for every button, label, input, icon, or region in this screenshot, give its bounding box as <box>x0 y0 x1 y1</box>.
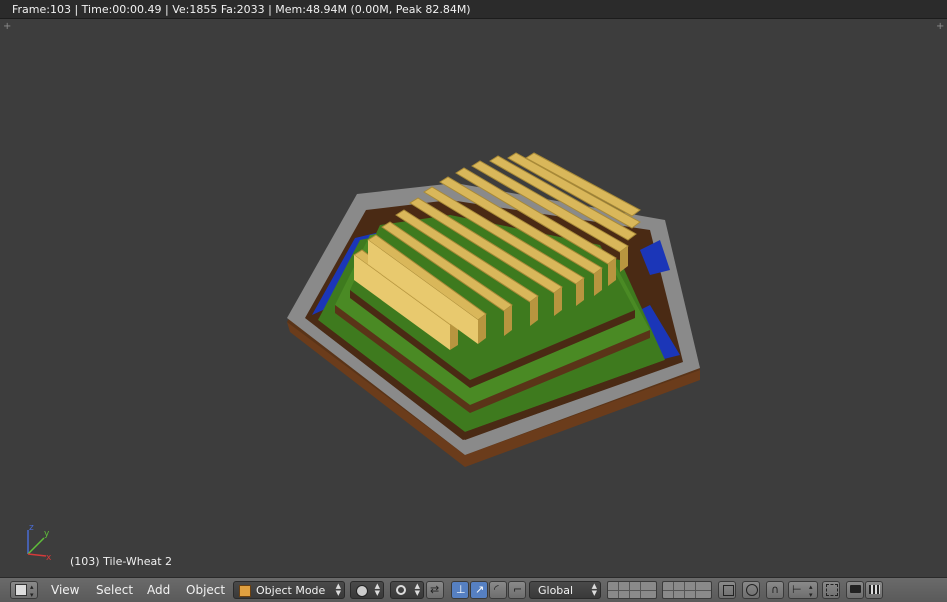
rotate-arc-icon: ◜ <box>494 582 499 596</box>
viewport-shading-dropdown[interactable]: ▲ ▼ <box>350 581 384 599</box>
active-object-label: (103) Tile-Wheat 2 <box>70 555 173 568</box>
menu-view[interactable]: View <box>51 583 79 601</box>
chevron-updown-icon: ▴ ▾ <box>30 583 34 599</box>
camera-icon <box>850 585 861 593</box>
chevron-updown-icon: ▲ ▼ <box>335 582 341 597</box>
menu-object[interactable]: Object <box>186 583 225 601</box>
axis-z-label: z <box>29 523 34 533</box>
chevron-updown-icon: ▲ ▼ <box>414 582 420 597</box>
proportional-circle-icon <box>746 584 758 596</box>
axis-y-label: y <box>44 529 50 539</box>
manipulator-toggle-button[interactable]: ⇄ <box>426 581 444 599</box>
cube-editor-icon <box>15 584 27 596</box>
snap-increment-icon: ⊢ <box>792 583 802 596</box>
magnet-icon: ∩ <box>771 583 780 596</box>
chevron-updown-icon: ▴ ▾ <box>809 583 813 599</box>
layer-buttons-group-2[interactable] <box>662 581 712 599</box>
opengl-render-image-button[interactable] <box>846 581 864 599</box>
clapperboard-icon <box>869 585 880 594</box>
object-cube-icon <box>239 585 251 597</box>
3d-viewport[interactable]: + + z y x (103) Tile-Wheat 2 <box>0 19 947 577</box>
axis-x-label: x <box>46 553 52 562</box>
mode-value: Object Mode <box>256 584 326 597</box>
opengl-render-animation-button[interactable] <box>865 581 883 599</box>
orientation-value: Global <box>538 584 574 597</box>
layer-buttons-group-1[interactable] <box>607 581 657 599</box>
snap-toggle-button[interactable]: ∩ <box>766 581 784 599</box>
snap-element-dropdown[interactable]: ⊢ ▴ ▾ <box>788 581 818 599</box>
axes-icon: ⊥ <box>456 583 466 596</box>
viewport-header-toolbar: ▴ ▾ View Select Add Object Object Mode ▲ ▼… <box>0 577 947 602</box>
chevron-updown-icon: ▲ ▼ <box>374 582 380 597</box>
info-status-bar: Frame:103 | Time:00:00.49 | Ve:1855 Fa:2… <box>0 0 947 19</box>
solid-sphere-icon <box>356 585 368 597</box>
hexagon-wheat-tile-model[interactable] <box>0 19 947 577</box>
chevron-updown-icon: ▲ ▼ <box>591 582 597 597</box>
scale-manipulator-button[interactable]: ⌐ <box>508 581 526 599</box>
pivot-icon <box>396 585 406 595</box>
axis-gizmo-icon: z y x <box>27 523 52 562</box>
pivot-point-dropdown[interactable]: ▲ ▼ <box>390 581 424 599</box>
editor-type-button[interactable]: ▴ ▾ <box>10 581 38 599</box>
scene-statistics-text: Frame:103 | Time:00:00.49 | Ve:1855 Fa:2… <box>12 3 471 16</box>
manipulator-icon: ⇄ <box>430 583 440 596</box>
mode-dropdown[interactable]: Object Mode ▲ ▼ <box>233 581 345 599</box>
snap-target-icon <box>826 584 838 596</box>
move-manipulator-button[interactable]: ↗ <box>470 581 488 599</box>
lock-to-scene-button[interactable] <box>718 581 736 599</box>
arrow-icon: ↗ <box>475 583 485 596</box>
rotate-manipulator-button[interactable]: ◜ <box>489 581 507 599</box>
scale-icon: ⌐ <box>513 583 523 596</box>
menu-select[interactable]: Select <box>96 583 133 601</box>
transform-orientation-dropdown[interactable]: Global ▲ ▼ <box>529 581 601 599</box>
translate-manipulator-button[interactable]: ⊥ <box>451 581 469 599</box>
menu-add[interactable]: Add <box>147 583 170 601</box>
proportional-edit-button[interactable] <box>742 581 760 599</box>
layers-icon <box>723 585 734 596</box>
snap-target-button[interactable] <box>822 581 840 599</box>
